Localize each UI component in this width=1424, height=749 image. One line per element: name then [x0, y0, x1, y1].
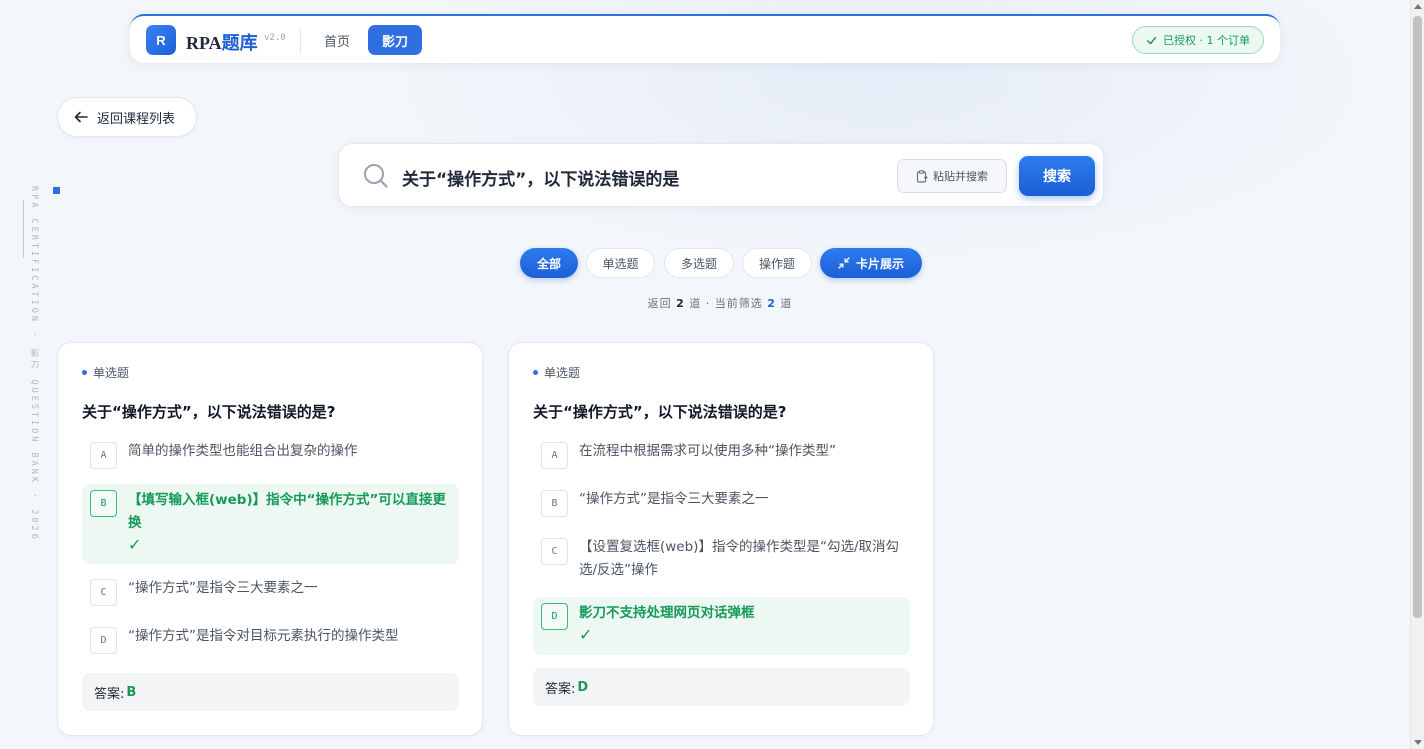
option-text: 影刀不支持处理网页对话弹框	[579, 605, 755, 621]
auth-status-badge[interactable]: 已授权 · 1 个订单	[1132, 26, 1264, 54]
question-text: 关于“操作方式”，以下说法错误的是?	[82, 403, 336, 421]
result-total: 2	[676, 297, 685, 310]
option-c[interactable]: C “操作方式”是指令三大要素之一	[82, 579, 459, 606]
option-letter: C	[541, 538, 568, 565]
option-text: 【填写输入框(web)】指令中“操作方式”可以直接更换	[128, 492, 446, 531]
answer-value: D	[577, 679, 589, 695]
option-text: “操作方式”是指令三大要素之一	[128, 580, 318, 596]
option-a[interactable]: A 在流程中根据需求可以使用多种“操作类型”	[533, 442, 910, 469]
version-label: v2.0	[264, 33, 286, 43]
header-divider	[300, 28, 301, 54]
option-b-correct[interactable]: B 【填写输入框(web)】指令中“操作方式”可以直接更换 ✓	[82, 484, 459, 564]
correct-check-icon: ✓	[128, 535, 142, 554]
nav-yingdao[interactable]: 影刀	[368, 25, 422, 55]
option-letter: A	[90, 442, 117, 469]
scroll-down-arrow-icon[interactable]	[1414, 740, 1422, 745]
paste-and-search-button[interactable]: 粘贴并搜索	[897, 159, 1007, 193]
collapse-arrows-icon	[838, 257, 850, 269]
back-to-course-list-button[interactable]: 返回课程列表	[57, 97, 197, 137]
option-d[interactable]: D “操作方式”是指令对目标元素执行的操作类型	[82, 627, 459, 654]
option-a[interactable]: A 简单的操作类型也能组合出复杂的操作	[82, 442, 459, 469]
question-type-tag: 单选题	[82, 364, 129, 381]
option-text: 简单的操作类型也能组合出复杂的操作	[128, 443, 358, 459]
type-dot-icon	[82, 370, 87, 375]
option-text: “操作方式”是指令对目标元素执行的操作类型	[128, 628, 399, 644]
scroll-up-arrow-icon[interactable]	[1414, 4, 1422, 9]
filter-single-choice[interactable]: 单选题	[586, 248, 655, 278]
question-type-label: 单选题	[93, 366, 130, 380]
card-view-label: 卡片展示	[855, 256, 904, 271]
result-unit-middle: 道 · 当前筛选	[689, 297, 763, 310]
option-letter: B	[90, 490, 117, 517]
paste-and-search-label: 粘贴并搜索	[933, 170, 988, 183]
question-type-label: 单选题	[544, 366, 581, 380]
side-accent-line	[23, 200, 24, 258]
option-b[interactable]: B “操作方式”是指令三大要素之一	[533, 490, 910, 517]
option-text: “操作方式”是指令三大要素之一	[579, 491, 769, 507]
option-letter: B	[541, 490, 568, 517]
clipboard-icon	[916, 169, 928, 183]
answer-bar: 答案: D	[533, 668, 910, 706]
question-card: 单选题 关于“操作方式”，以下说法错误的是? A 在流程中根据需求可以使用多种“…	[508, 342, 934, 736]
result-prefix: 返回	[647, 297, 672, 310]
filter-all[interactable]: 全部	[520, 248, 578, 278]
scrollbar-thumb[interactable]	[1413, 16, 1422, 618]
option-letter: C	[90, 579, 117, 606]
logo-icon[interactable]: R	[146, 25, 176, 55]
option-letter: D	[541, 603, 568, 630]
answer-label: 答案:	[545, 681, 576, 697]
question-text: 关于“操作方式”，以下说法错误的是?	[533, 403, 787, 421]
search-input[interactable]: 关于“操作方式”，以下说法错误的是	[402, 165, 679, 190]
type-dot-icon	[533, 370, 538, 375]
answer-bar: 答案: B	[82, 673, 459, 711]
question-type-tag: 单选题	[533, 364, 580, 381]
question-card: 单选题 关于“操作方式”，以下说法错误的是? A 简单的操作类型也能组合出复杂的…	[57, 342, 483, 736]
search-icon	[364, 164, 388, 188]
search-box: 关于“操作方式”，以下说法错误的是 粘贴并搜索 搜索	[338, 143, 1104, 207]
option-d-correct[interactable]: D 影刀不支持处理网页对话弹框 ✓	[533, 597, 910, 655]
option-text: 【设置复选框(web)】指令的操作类型是“勾选/取消勾选/反选”操作	[579, 539, 899, 578]
option-text: 在流程中根据需求可以使用多种“操作类型”	[579, 443, 836, 459]
correct-check-icon: ✓	[579, 625, 593, 644]
option-letter: A	[541, 442, 568, 469]
nav-home[interactable]: 首页	[312, 25, 362, 55]
brand-prefix: RPA	[186, 33, 222, 53]
top-header: R RPA题库 v2.0 首页 影刀 已授权 · 1 个订单	[130, 14, 1280, 63]
option-c[interactable]: C 【设置复选框(web)】指令的操作类型是“勾选/取消勾选/反选”操作	[533, 538, 910, 584]
answer-value: B	[126, 684, 137, 700]
arrow-left-icon	[74, 111, 88, 123]
side-vertical-caption: RPA CERTIFICATION · 影刀 QUESTION BANK · 2…	[29, 186, 39, 542]
auth-status-text: 已授权 · 1 个订单	[1163, 34, 1250, 47]
side-accent-square	[53, 187, 60, 194]
result-filtered: 2	[767, 297, 776, 310]
filter-multi-choice[interactable]: 多选题	[664, 248, 734, 278]
back-button-label: 返回课程列表	[97, 111, 176, 127]
result-count: 返回 2 道 · 当前筛选 2 道	[620, 295, 820, 311]
brand-title[interactable]: RPA题库	[186, 29, 258, 55]
card-view-toggle-button[interactable]: 卡片展示	[820, 248, 922, 278]
check-icon	[1147, 36, 1157, 44]
page-scrollbar[interactable]	[1410, 0, 1424, 749]
result-unit-end: 道	[780, 297, 793, 310]
option-letter: D	[90, 627, 117, 654]
filter-operation[interactable]: 操作题	[742, 248, 812, 278]
search-button[interactable]: 搜索	[1019, 156, 1095, 196]
brand-suffix: 题库	[221, 33, 258, 53]
answer-label: 答案:	[94, 686, 125, 702]
